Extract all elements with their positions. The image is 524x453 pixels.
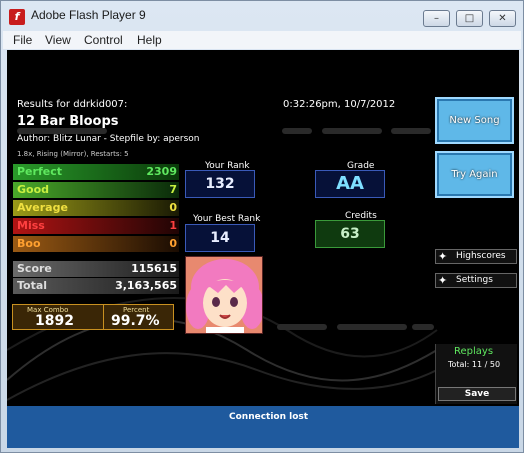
game-stage: Results for ddrkid007: 0:32:26pm, 10/7/2… (7, 50, 519, 448)
menu-view[interactable]: View (45, 33, 71, 47)
divider-dash (412, 324, 434, 330)
divider-dash (282, 128, 312, 134)
replays-total: Total: 11 / 50 (448, 360, 501, 369)
combo-percent-panel: Max Combo 1892 Percent 99.7% (12, 304, 174, 330)
author-line: Author: Blitz Lunar - Stepfile by: apers… (17, 134, 200, 144)
panel-divider (103, 305, 104, 329)
total-row: Total 3,163,565 (13, 278, 179, 294)
divider-dash (322, 128, 382, 134)
title-bar: f Adobe Flash Player 9 – □ ✕ (1, 1, 523, 31)
total-label: Total (17, 279, 48, 292)
percent-value: 99.7% (111, 313, 160, 329)
flash-player-window: f Adobe Flash Player 9 – □ ✕ File View C… (0, 0, 524, 453)
divider-dash (277, 324, 327, 330)
replays-panel: Replays Total: 11 / 50 Save (435, 344, 517, 404)
save-button[interactable]: Save (438, 387, 516, 401)
menu-bar: File View Control Help (3, 31, 521, 49)
window-title: Adobe Flash Player 9 (31, 8, 146, 22)
close-button[interactable]: ✕ (489, 10, 516, 27)
restore-button[interactable]: □ (456, 10, 483, 27)
boo-label: Boo (17, 237, 41, 250)
menu-help[interactable]: Help (137, 33, 162, 47)
status-text: Connection lost (229, 412, 309, 422)
boo-value: 0 (169, 237, 177, 250)
mods-line: 1.8x, Rising (Mirror), Restarts: 5 (17, 150, 129, 158)
judgement-average: Average 0 (13, 200, 179, 216)
grade-value: AA (315, 170, 385, 198)
try-again-label: Try Again (451, 169, 498, 180)
status-bar: Connection lost (7, 406, 519, 448)
try-again-button[interactable]: Try Again (435, 151, 514, 198)
judgement-good: Good 7 (13, 182, 179, 198)
total-value: 3,163,565 (115, 279, 177, 292)
your-rank-value: 132 (185, 170, 255, 198)
character-image (186, 257, 262, 333)
miss-label: Miss (17, 219, 45, 232)
character-portrait (185, 256, 263, 334)
menu-file[interactable]: File (13, 33, 32, 47)
average-value: 0 (169, 201, 177, 214)
menu-control[interactable]: Control (84, 33, 123, 47)
perfect-value: 2309 (146, 165, 177, 178)
divider-dash (391, 128, 431, 134)
highscores-label: Highscores (456, 251, 506, 261)
score-row: Score 115615 (13, 261, 179, 277)
best-rank-value: 14 (185, 224, 255, 252)
results-timestamp: 0:32:26pm, 10/7/2012 (283, 99, 396, 110)
good-value: 7 (169, 183, 177, 196)
average-label: Average (17, 201, 68, 214)
perfect-label: Perfect (17, 165, 62, 178)
score-label: Score (17, 262, 52, 275)
dancer-icon: ✦ (438, 274, 448, 287)
best-rank-label: Your Best Rank (193, 214, 261, 224)
judgement-perfect: Perfect 2309 (13, 164, 179, 180)
replays-label: Replays (454, 346, 494, 357)
max-combo-value: 1892 (35, 313, 74, 329)
dancer-icon: ✦ (438, 250, 448, 263)
good-label: Good (17, 183, 50, 196)
judgement-boo: Boo 0 (13, 236, 179, 252)
flash-app-icon: f (9, 9, 25, 25)
miss-value: 1 (169, 219, 177, 232)
new-song-button[interactable]: New Song (435, 97, 514, 144)
credits-value: 63 (315, 220, 385, 248)
score-value: 115615 (131, 262, 177, 275)
song-title: 12 Bar Bloops (17, 114, 119, 129)
new-song-label: New Song (449, 115, 500, 126)
highscores-button[interactable]: ✦ Highscores (435, 249, 517, 264)
divider-dash (337, 324, 407, 330)
settings-button[interactable]: ✦ Settings (435, 273, 517, 288)
minimize-button[interactable]: – (423, 10, 450, 27)
results-header: Results for ddrkid007: (17, 99, 128, 110)
judgement-miss: Miss 1 (13, 218, 179, 234)
settings-label: Settings (456, 275, 493, 285)
